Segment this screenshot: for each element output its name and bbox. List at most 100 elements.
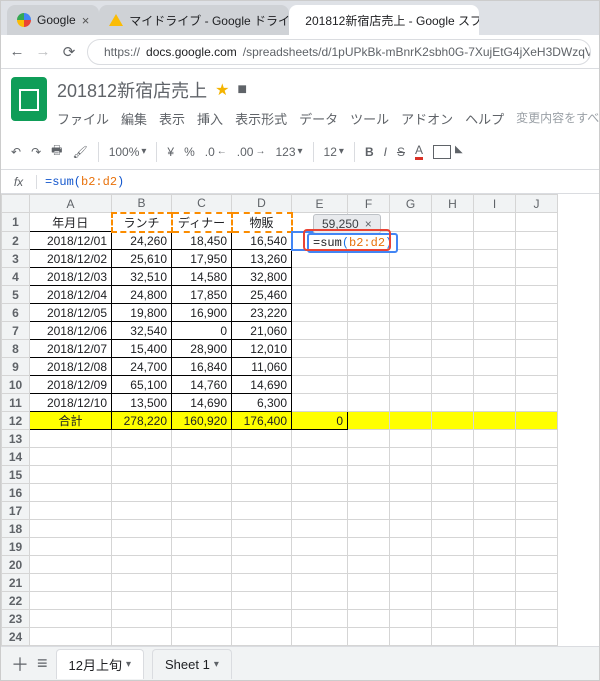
cell[interactable] xyxy=(348,556,390,574)
cell[interactable] xyxy=(432,268,474,286)
cell[interactable]: 17,950 xyxy=(172,250,232,268)
cell[interactable] xyxy=(172,502,232,520)
cell[interactable] xyxy=(432,430,474,448)
cell[interactable] xyxy=(516,322,558,340)
cell[interactable] xyxy=(516,610,558,628)
cell[interactable] xyxy=(292,628,348,646)
cell[interactable] xyxy=(348,394,390,412)
cell[interactable] xyxy=(516,628,558,646)
cell[interactable]: 0 xyxy=(292,412,348,430)
cell[interactable] xyxy=(348,358,390,376)
row-header[interactable]: 10 xyxy=(2,376,30,394)
sheet-tab-active[interactable]: 12月上旬▾ xyxy=(56,649,145,679)
row-header[interactable]: 21 xyxy=(2,574,30,592)
reload-icon[interactable]: ⟳ xyxy=(61,44,77,60)
row-header[interactable]: 22 xyxy=(2,592,30,610)
cell[interactable] xyxy=(474,448,516,466)
changes-saved-text[interactable]: 変更内容をすべてド xyxy=(516,109,600,128)
cell[interactable] xyxy=(516,556,558,574)
cell[interactable] xyxy=(516,340,558,358)
menu-format[interactable]: 表示形式 xyxy=(235,109,287,128)
cell[interactable] xyxy=(516,250,558,268)
cell[interactable] xyxy=(348,268,390,286)
cell[interactable] xyxy=(292,376,348,394)
cell[interactable] xyxy=(474,394,516,412)
cell[interactable] xyxy=(474,610,516,628)
cell[interactable] xyxy=(390,412,432,430)
cell[interactable] xyxy=(516,358,558,376)
browser-tab-drive[interactable]: マイドライブ - Google ドライブ × xyxy=(99,5,289,35)
back-icon[interactable]: ← xyxy=(9,44,25,60)
cell[interactable] xyxy=(112,466,172,484)
cell[interactable]: 14,580 xyxy=(172,268,232,286)
cell[interactable] xyxy=(292,610,348,628)
redo-icon[interactable]: ↷ xyxy=(31,145,41,159)
cell[interactable] xyxy=(432,232,474,250)
bold-button[interactable]: B xyxy=(365,145,374,159)
cell[interactable] xyxy=(232,628,292,646)
active-cell-formula[interactable]: =sum(b2:d2) xyxy=(307,233,398,253)
cell[interactable] xyxy=(232,448,292,466)
cell[interactable] xyxy=(172,592,232,610)
cell[interactable]: 25,460 xyxy=(232,286,292,304)
cell[interactable] xyxy=(30,430,112,448)
cell[interactable]: 32,800 xyxy=(232,268,292,286)
col-header-D[interactable]: D xyxy=(232,195,292,213)
cell[interactable] xyxy=(516,268,558,286)
cell[interactable]: 2018/12/08 xyxy=(30,358,112,376)
cell[interactable] xyxy=(432,592,474,610)
cell[interactable]: 18,450 xyxy=(172,232,232,250)
cell[interactable] xyxy=(112,484,172,502)
cell[interactable] xyxy=(232,502,292,520)
cell[interactable] xyxy=(432,448,474,466)
cell[interactable] xyxy=(390,502,432,520)
row-header[interactable]: 24 xyxy=(2,628,30,646)
menu-help[interactable]: ヘルプ xyxy=(465,109,504,128)
cell[interactable] xyxy=(432,286,474,304)
cell[interactable] xyxy=(172,610,232,628)
col-header-F[interactable]: F xyxy=(348,195,390,213)
cell[interactable] xyxy=(432,358,474,376)
cell[interactable] xyxy=(516,592,558,610)
print-icon[interactable]: 🖶 xyxy=(51,141,62,162)
cell[interactable]: 14,760 xyxy=(172,376,232,394)
browser-tab-google[interactable]: Google × xyxy=(7,5,99,35)
cell[interactable] xyxy=(348,520,390,538)
cell[interactable] xyxy=(292,556,348,574)
cell[interactable] xyxy=(112,430,172,448)
cell[interactable] xyxy=(172,520,232,538)
cell[interactable]: 14,690 xyxy=(172,394,232,412)
cell[interactable] xyxy=(292,268,348,286)
zoom-select[interactable]: 100% ▾ xyxy=(109,145,147,159)
cell[interactable] xyxy=(390,213,432,232)
cell[interactable] xyxy=(474,340,516,358)
cell[interactable] xyxy=(172,448,232,466)
cell[interactable] xyxy=(112,520,172,538)
row-header[interactable]: 4 xyxy=(2,268,30,286)
cell[interactable] xyxy=(516,286,558,304)
cell[interactable]: 21,060 xyxy=(232,322,292,340)
percent-button[interactable]: % xyxy=(184,145,195,159)
cell[interactable]: 2018/12/06 xyxy=(30,322,112,340)
spreadsheet-grid[interactable]: A B C D E F G H I J 1年月日ランチディナー物販22018/1… xyxy=(1,194,599,674)
cell[interactable] xyxy=(474,232,516,250)
cell[interactable]: 24,800 xyxy=(112,286,172,304)
cell[interactable] xyxy=(516,520,558,538)
cell[interactable] xyxy=(516,574,558,592)
browser-tab-sheets[interactable]: 201812新宿店売上 - Google スプ × xyxy=(289,5,479,35)
menu-file[interactable]: ファイル xyxy=(57,109,109,128)
cell[interactable] xyxy=(348,322,390,340)
cell[interactable] xyxy=(292,322,348,340)
menu-addons[interactable]: アドオン xyxy=(401,109,453,128)
cell[interactable] xyxy=(432,484,474,502)
cell[interactable] xyxy=(112,448,172,466)
cell[interactable] xyxy=(516,430,558,448)
cell[interactable] xyxy=(348,412,390,430)
cell[interactable] xyxy=(474,466,516,484)
cell[interactable] xyxy=(432,340,474,358)
cell[interactable] xyxy=(474,304,516,322)
cell[interactable] xyxy=(30,610,112,628)
cell[interactable]: 24,260 xyxy=(112,232,172,250)
cell[interactable]: 合計 xyxy=(30,412,112,430)
cell[interactable]: 19,800 xyxy=(112,304,172,322)
